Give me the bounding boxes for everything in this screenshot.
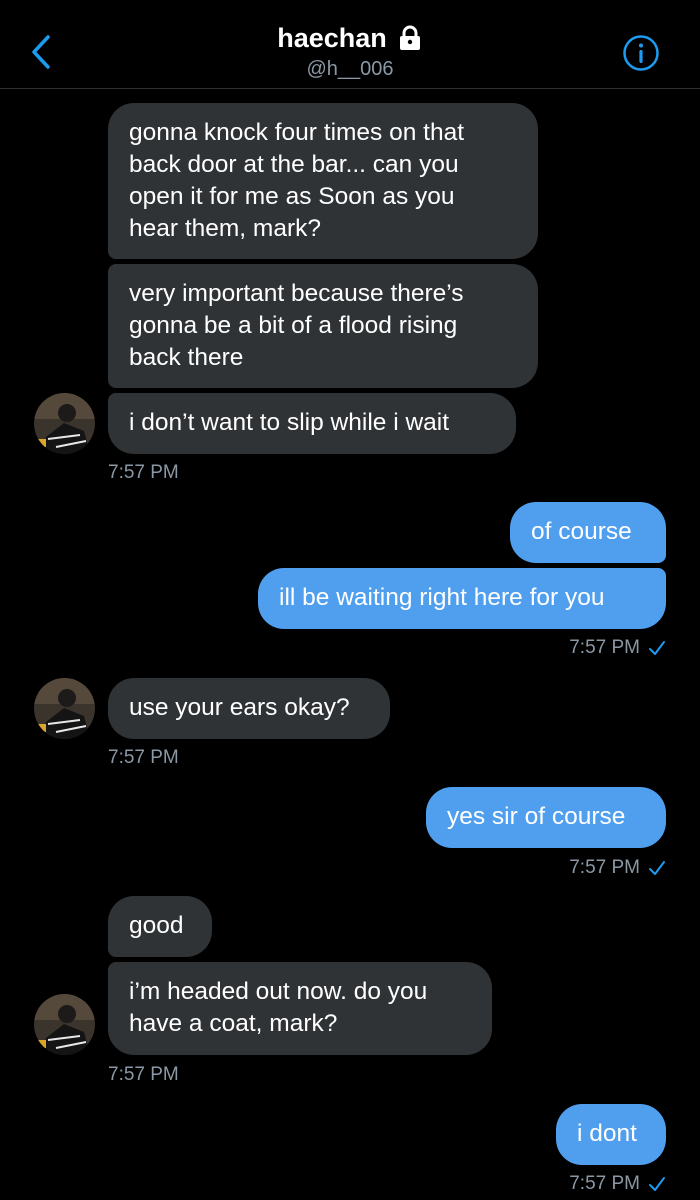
header-title-block[interactable]: haechan @h__006: [0, 22, 700, 82]
avatar-image: [34, 678, 95, 739]
message-timestamp: 7:57 PM: [108, 1064, 179, 1085]
message-bubble-received[interactable]: very important because there’s gonna be …: [108, 264, 538, 388]
message-bubble-received[interactable]: i’m headed out now. do you have a coat, …: [108, 962, 492, 1055]
lock-icon: [399, 25, 420, 50]
avatar[interactable]: [34, 678, 95, 739]
avatar[interactable]: [34, 393, 95, 454]
message-timestamp-sent: 7:57 PM: [569, 857, 666, 879]
message-timestamp-sent: 7:57 PM: [569, 637, 666, 659]
avatar[interactable]: [34, 994, 95, 1055]
message-bubble-sent[interactable]: yes sir of course: [426, 787, 666, 848]
message-bubble-received[interactable]: gonna knock four times on that back door…: [108, 103, 538, 259]
conversation-header: haechan @h__006: [0, 0, 700, 89]
check-icon: [649, 641, 665, 655]
avatar-image: [34, 393, 95, 454]
check-icon: [649, 1177, 665, 1191]
timestamp-text: 7:57 PM: [569, 1173, 640, 1194]
info-icon[interactable]: [622, 34, 660, 72]
message-bubble-sent[interactable]: ill be waiting right here for you: [258, 568, 666, 629]
message-bubble-received[interactable]: good: [108, 896, 212, 957]
message-bubble-sent[interactable]: of course: [510, 502, 666, 563]
message-bubble-sent[interactable]: i dont: [556, 1104, 666, 1165]
check-icon: [649, 861, 665, 875]
message-bubble-received[interactable]: i don’t want to slip while i wait: [108, 393, 516, 454]
message-timestamp: 7:57 PM: [108, 462, 179, 483]
timestamp-text: 7:57 PM: [569, 637, 640, 658]
timestamp-text: 7:57 PM: [569, 857, 640, 878]
message-timestamp-sent: 7:57 PM: [569, 1173, 666, 1195]
message-bubble-received[interactable]: use your ears okay?: [108, 678, 390, 739]
contact-name-text: haechan: [277, 23, 387, 53]
avatar-image: [34, 994, 95, 1055]
contact-name: haechan: [277, 22, 423, 54]
message-timestamp: 7:57 PM: [108, 747, 179, 768]
contact-handle: @h__006: [306, 58, 394, 80]
